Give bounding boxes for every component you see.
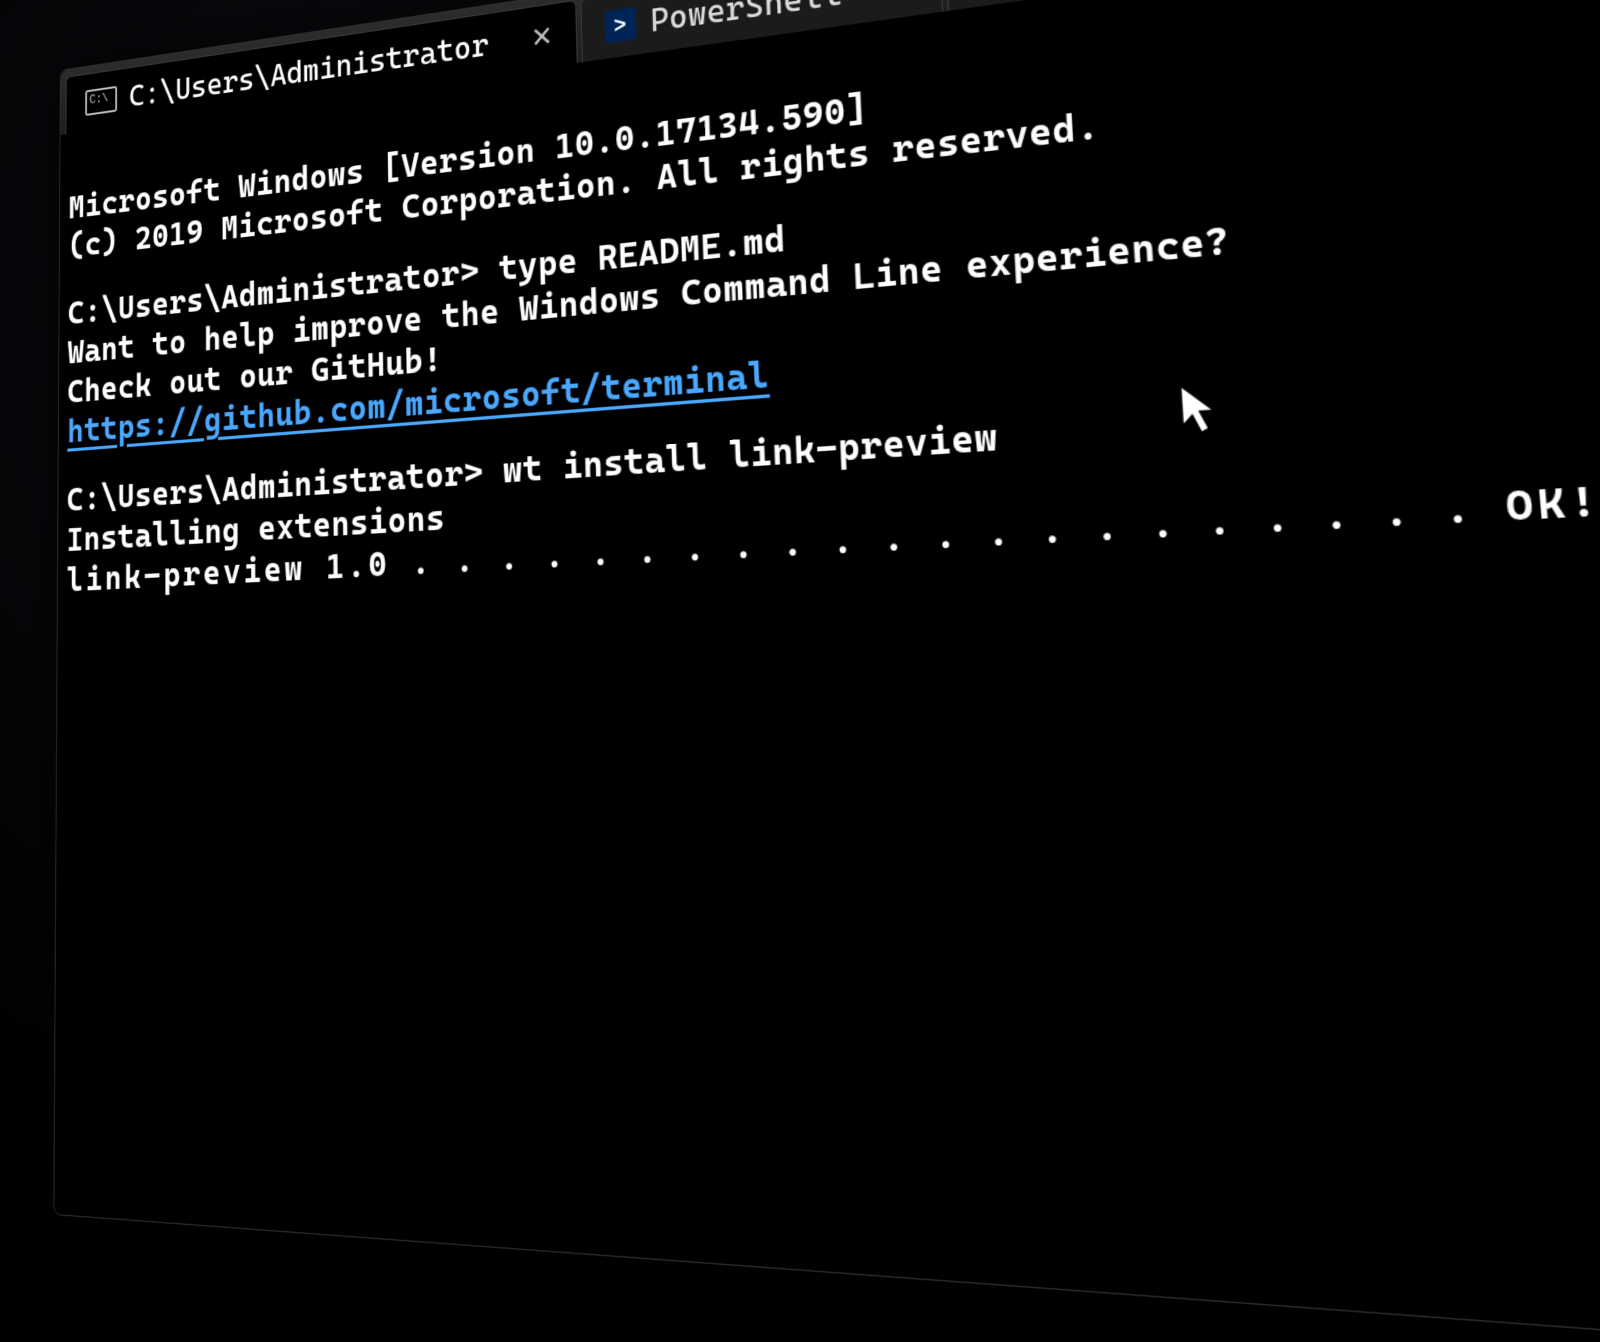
terminal-window: C:\ C:\Users\Administrator ✕ > PowerShel…	[53, 0, 1600, 1342]
command-text: wt install link-preview	[502, 414, 998, 491]
cmd-icon: C:\	[85, 86, 117, 116]
terminal-output[interactable]: Microsoft Windows [Version 10.0.17134.59…	[57, 0, 1600, 723]
close-icon[interactable]: ✕	[889, 0, 916, 4]
powershell-icon: >	[604, 7, 636, 44]
background: C:\ C:\Users\Administrator ✕ > PowerShel…	[0, 0, 1600, 1031]
close-icon[interactable]: ✕	[530, 19, 553, 55]
